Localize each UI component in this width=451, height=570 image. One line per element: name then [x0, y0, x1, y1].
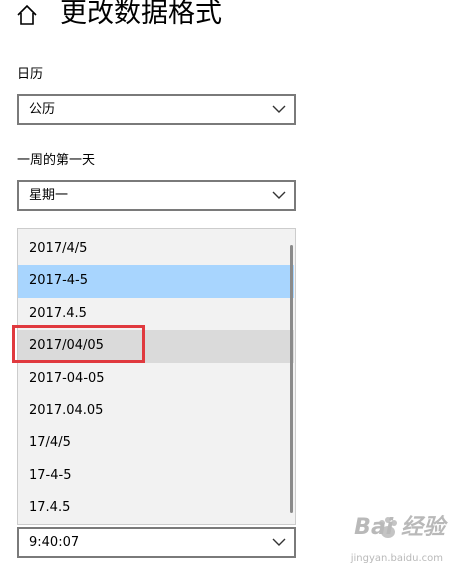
chevron-down-icon — [272, 538, 286, 546]
chevron-down-icon — [272, 191, 286, 199]
short-date-dropdown[interactable]: 2017/4/5 2017-4-5 2017.4.5 2017/04/05 20… — [17, 228, 296, 525]
chevron-down-icon — [272, 105, 286, 113]
watermark-url: jingyan.baidu.com — [350, 553, 443, 564]
page-title: 更改数据格式 — [60, 0, 222, 29]
watermark-brand: Bai 经验 — [354, 515, 445, 540]
calendar-combobox[interactable]: 公历 — [17, 94, 296, 125]
short-date-options: 2017/4/5 2017-4-5 2017.4.5 2017/04/05 20… — [18, 233, 294, 525]
long-time-combobox[interactable]: 9:40:07 — [17, 527, 296, 558]
calendar-value: 公历 — [29, 102, 56, 117]
home-icon[interactable] — [14, 2, 40, 28]
date-format-option[interactable]: 17.4.5 — [18, 492, 294, 524]
calendar-label: 日历 — [17, 67, 44, 82]
long-time-value: 9:40:07 — [29, 535, 80, 550]
first-day-label: 一周的第一天 — [17, 153, 96, 168]
first-day-value: 星期一 — [29, 188, 69, 203]
highlight-annotation — [12, 325, 145, 363]
date-format-option[interactable]: 2017.04.05 — [18, 395, 294, 427]
date-format-option[interactable]: 17/4/5 — [18, 427, 294, 459]
watermark: Bai 经验 jingyan.baidu.com — [295, 514, 445, 566]
date-format-option[interactable]: 2017/4/5 — [18, 233, 294, 265]
settings-page: 更改数据格式 日历 公历 一周的第一天 星期一 2017/4/5 2017-4-… — [0, 0, 451, 570]
date-format-option-selected[interactable]: 2017-4-5 — [18, 265, 294, 298]
dropdown-scrollbar[interactable] — [290, 245, 293, 513]
date-format-option[interactable]: 17-4-5 — [18, 460, 294, 492]
first-day-combobox[interactable]: 星期一 — [17, 180, 296, 211]
date-format-option[interactable]: 2017-04-05 — [18, 363, 294, 395]
